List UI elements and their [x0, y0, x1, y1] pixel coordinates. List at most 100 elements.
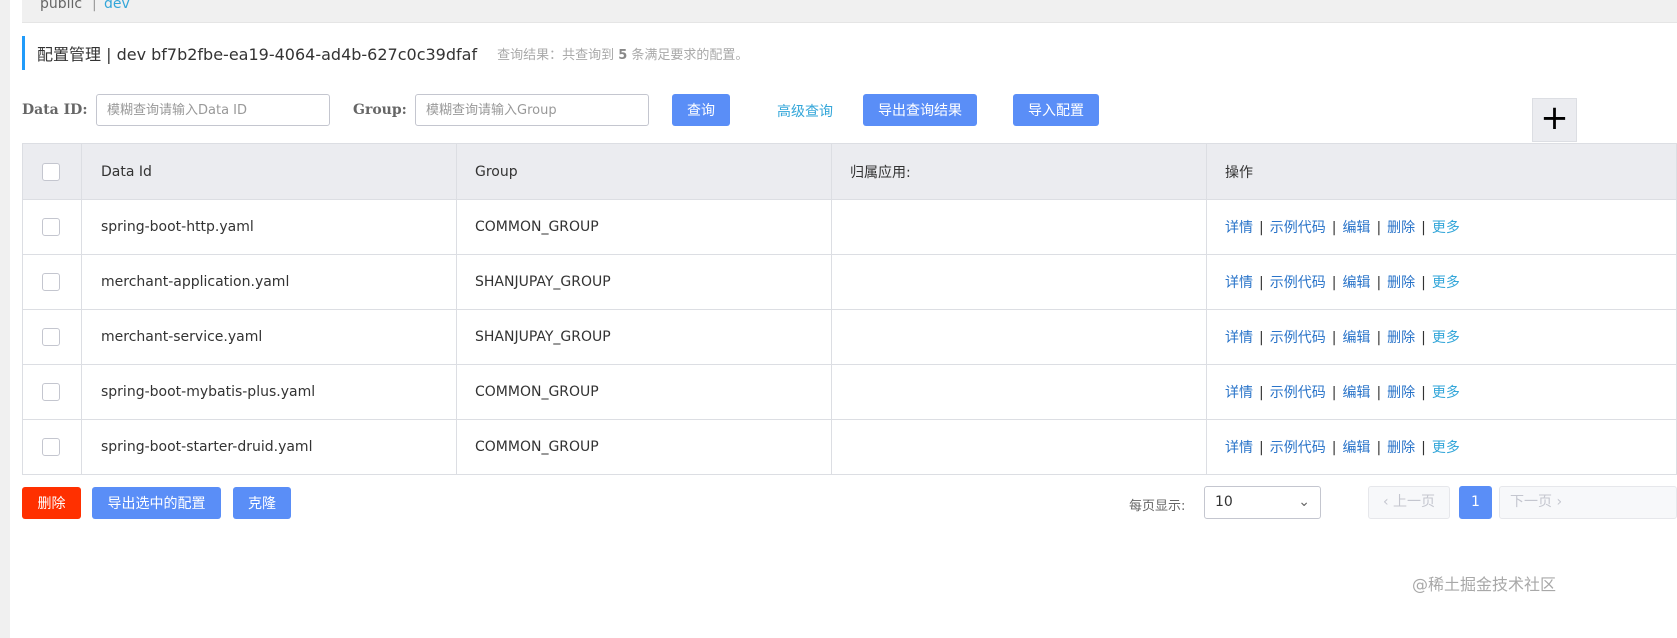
page-1-button[interactable]: 1	[1459, 486, 1492, 519]
row-operations: 详情 | 示例代码 | 编辑 | 删除 | 更多	[1206, 364, 1677, 420]
result-count: 5	[618, 47, 628, 63]
sample-code-link[interactable]: 示例代码	[1270, 330, 1326, 346]
row-checkbox-cell	[22, 199, 82, 255]
row-data-id: spring-boot-starter-druid.yaml	[81, 419, 457, 475]
namespace-bar: public | dev	[22, 0, 1677, 23]
next-page-button[interactable]: 下一页 ›	[1499, 486, 1677, 519]
edit-link[interactable]: 编辑	[1342, 220, 1370, 236]
row-checkbox[interactable]	[42, 383, 60, 401]
op-separator: |	[1331, 330, 1337, 346]
row-checkbox-cell	[22, 309, 82, 365]
namespace-separator: |	[92, 0, 97, 12]
header-app: 归属应用:	[831, 143, 1207, 200]
sample-code-link[interactable]: 示例代码	[1270, 275, 1326, 291]
header-data-id: Data Id	[81, 143, 457, 200]
delete-link[interactable]: 删除	[1387, 440, 1415, 456]
row-app	[831, 364, 1207, 420]
row-data-id: spring-boot-http.yaml	[81, 199, 457, 255]
query-button[interactable]: 查询	[672, 94, 730, 126]
namespace-dev[interactable]: dev	[104, 0, 130, 12]
delete-button[interactable]: 删除	[22, 487, 81, 519]
config-table: Data Id Group 归属应用: 操作 spring-boot-http.…	[22, 143, 1677, 475]
page-size-value: 10	[1215, 494, 1233, 510]
group-label: Group:	[353, 102, 407, 118]
more-link[interactable]: 更多	[1432, 220, 1460, 236]
row-operations: 详情 | 示例代码 | 编辑 | 删除 | 更多	[1206, 309, 1677, 365]
watermark: @稀土掘金技术社区	[1412, 575, 1557, 594]
dataid-search-input[interactable]	[96, 94, 330, 126]
clone-button[interactable]: 克隆	[233, 487, 291, 519]
advanced-query-link[interactable]: 高级查询	[777, 101, 833, 121]
row-app	[831, 254, 1207, 310]
op-separator: |	[1331, 275, 1337, 291]
row-checkbox[interactable]	[42, 328, 60, 346]
table-row: spring-boot-http.yaml COMMON_GROUP 详情 | 示例代码…	[22, 199, 1677, 255]
detail-link[interactable]: 详情	[1225, 220, 1253, 236]
export-results-button[interactable]: 导出查询结果	[863, 94, 977, 126]
row-group: COMMON_GROUP	[456, 199, 832, 255]
chevron-right-icon: ›	[1556, 494, 1563, 510]
import-config-button[interactable]: 导入配置	[1013, 94, 1099, 126]
row-operations: 详情 | 示例代码 | 编辑 | 删除 | 更多	[1206, 254, 1677, 310]
detail-link[interactable]: 详情	[1225, 440, 1253, 456]
detail-link[interactable]: 详情	[1225, 330, 1253, 346]
more-link[interactable]: 更多	[1432, 440, 1460, 456]
more-link[interactable]: 更多	[1432, 385, 1460, 401]
table-header-row: Data Id Group 归属应用: 操作	[22, 143, 1677, 200]
prev-page-button[interactable]: ‹ 上一页	[1368, 486, 1450, 519]
edit-link[interactable]: 编辑	[1342, 440, 1370, 456]
op-separator: |	[1331, 440, 1337, 456]
namespace-public[interactable]: public	[40, 0, 82, 12]
header-checkbox-cell	[22, 143, 82, 200]
page-title: 配置管理 | dev bf7b2fbe-ea19-4064-ad4b-627c0…	[37, 45, 478, 64]
edit-link[interactable]: 编辑	[1342, 385, 1370, 401]
more-link[interactable]: 更多	[1432, 275, 1460, 291]
op-separator: |	[1331, 220, 1337, 236]
export-selected-button[interactable]: 导出选中的配置	[92, 487, 221, 519]
row-checkbox[interactable]	[42, 438, 60, 456]
op-separator: |	[1421, 330, 1426, 346]
dataid-label: Data ID:	[22, 102, 88, 118]
op-separator: |	[1421, 220, 1426, 236]
op-separator: |	[1259, 275, 1264, 291]
op-separator: |	[1376, 440, 1382, 456]
delete-link[interactable]: 删除	[1387, 275, 1415, 291]
row-group: COMMON_GROUP	[456, 364, 832, 420]
edit-link[interactable]: 编辑	[1342, 330, 1370, 346]
sample-code-link[interactable]: 示例代码	[1270, 440, 1326, 456]
page-size-label: 每页显示:	[1129, 499, 1186, 514]
op-separator: |	[1421, 275, 1426, 291]
op-separator: |	[1376, 220, 1382, 236]
row-app	[831, 419, 1207, 475]
op-separator: |	[1421, 440, 1426, 456]
row-data-id: spring-boot-mybatis-plus.yaml	[81, 364, 457, 420]
plus-icon[interactable]: +	[1532, 98, 1577, 142]
sample-code-link[interactable]: 示例代码	[1270, 220, 1326, 236]
table-body: spring-boot-http.yaml COMMON_GROUP 详情 | 示例代码…	[22, 199, 1677, 475]
page-title-bar: 配置管理 | dev bf7b2fbe-ea19-4064-ad4b-627c0…	[22, 36, 748, 70]
row-group: SHANJUPAY_GROUP	[456, 309, 832, 365]
delete-link[interactable]: 删除	[1387, 385, 1415, 401]
row-app	[831, 309, 1207, 365]
page-size-select[interactable]: 10 ⌄	[1204, 486, 1321, 519]
sample-code-link[interactable]: 示例代码	[1270, 385, 1326, 401]
select-all-checkbox[interactable]	[42, 162, 60, 181]
delete-link[interactable]: 删除	[1387, 330, 1415, 346]
more-link[interactable]: 更多	[1432, 330, 1460, 346]
edit-link[interactable]: 编辑	[1342, 275, 1370, 291]
row-data-id: merchant-application.yaml	[81, 254, 457, 310]
row-checkbox[interactable]	[42, 273, 60, 291]
group-search-input[interactable]	[415, 94, 649, 126]
delete-link[interactable]: 删除	[1387, 220, 1415, 236]
row-operations: 详情 | 示例代码 | 编辑 | 删除 | 更多	[1206, 199, 1677, 255]
op-separator: |	[1376, 385, 1382, 401]
detail-link[interactable]: 详情	[1225, 385, 1253, 401]
op-separator: |	[1331, 385, 1337, 401]
chevron-down-icon: ⌄	[1298, 494, 1310, 510]
row-checkbox-cell	[22, 419, 82, 475]
op-separator: |	[1421, 385, 1426, 401]
row-checkbox[interactable]	[42, 218, 60, 236]
op-separator: |	[1259, 220, 1264, 236]
row-checkbox-cell	[22, 254, 82, 310]
detail-link[interactable]: 详情	[1225, 275, 1253, 291]
